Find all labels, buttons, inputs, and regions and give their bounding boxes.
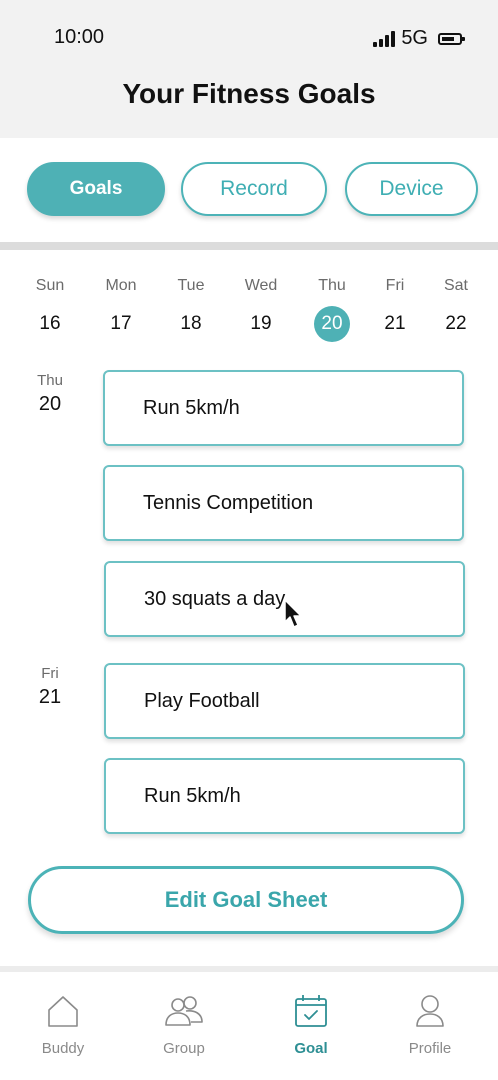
week-day-fri[interactable]: Fri 21 (370, 276, 420, 342)
week-day-tue[interactable]: Tue 18 (166, 276, 216, 342)
bottom-nav: Buddy Group Goal Profile (0, 972, 498, 1080)
tab-device[interactable]: Device (345, 162, 478, 216)
divider (0, 242, 498, 250)
nav-label: Group (163, 1040, 205, 1057)
day-name: Thu (318, 277, 346, 294)
day-number: 22 (445, 313, 467, 334)
nav-label: Goal (294, 1040, 328, 1057)
day-name: Tue (177, 277, 205, 294)
goal-card[interactable]: Tennis Competition (103, 465, 464, 541)
day-name: Mon (105, 277, 137, 294)
day-number: 18 (180, 313, 202, 334)
page-title: Your Fitness Goals (122, 78, 376, 109)
day-name: Sat (443, 277, 468, 294)
person-icon (416, 995, 444, 1027)
nav-buddy[interactable]: Buddy (15, 994, 111, 1057)
week-day-wed[interactable]: Wed 19 (236, 276, 286, 342)
week-strip: Sun 16 Mon 17 Tue 18 Wed 19 Thu 20 Fri 2… (0, 276, 498, 342)
signal-icon (373, 30, 396, 47)
day-name: Wed (244, 277, 278, 294)
day-number-selected: 20 (314, 306, 350, 342)
people-icon (165, 996, 203, 1026)
app-header: 10:00 5G Your Fitness Goals (0, 0, 498, 138)
status-time: 10:00 (54, 26, 105, 48)
battery-icon (438, 32, 465, 45)
tab-record[interactable]: Record (181, 162, 327, 216)
schedule-date-thu: Thu 20 (24, 372, 76, 416)
day-name: Fri (385, 277, 405, 294)
edit-goal-sheet-button[interactable]: Edit Goal Sheet (28, 866, 464, 934)
goal-card[interactable]: Run 5km/h (104, 758, 465, 834)
tab-goals[interactable]: Goals (27, 162, 165, 216)
goal-card[interactable]: Run 5km/h (103, 370, 464, 446)
day-number: 16 (39, 313, 61, 334)
tab-bar: Goals Record Device (0, 162, 498, 218)
status-indicators: 5G (373, 27, 465, 50)
nav-group[interactable]: Group (136, 994, 232, 1057)
day-number: 19 (250, 313, 272, 334)
nav-goal[interactable]: Goal (263, 994, 359, 1057)
goal-card[interactable]: Play Football (104, 663, 465, 739)
schedule-date-fri: Fri 21 (24, 665, 76, 709)
week-day-mon[interactable]: Mon 17 (96, 276, 146, 342)
schedule-day-name: Thu (37, 372, 63, 389)
week-day-thu[interactable]: Thu 20 (307, 276, 357, 342)
network-label: 5G (401, 27, 428, 49)
day-name: Sun (35, 277, 65, 294)
house-icon (48, 996, 78, 1027)
schedule-day-name: Fri (41, 665, 59, 682)
day-number: 17 (110, 313, 132, 334)
nav-label: Profile (408, 1040, 452, 1057)
week-day-sun[interactable]: Sun 16 (25, 276, 75, 342)
week-day-sat[interactable]: Sat 22 (431, 276, 481, 342)
day-number: 21 (384, 313, 406, 334)
schedule-day-number: 21 (38, 686, 62, 708)
nav-profile[interactable]: Profile (382, 994, 478, 1057)
schedule-day-number: 20 (38, 393, 62, 415)
mouse-pointer-icon (284, 599, 302, 628)
nav-label: Buddy (41, 1040, 85, 1057)
calendar-check-icon (295, 995, 327, 1027)
